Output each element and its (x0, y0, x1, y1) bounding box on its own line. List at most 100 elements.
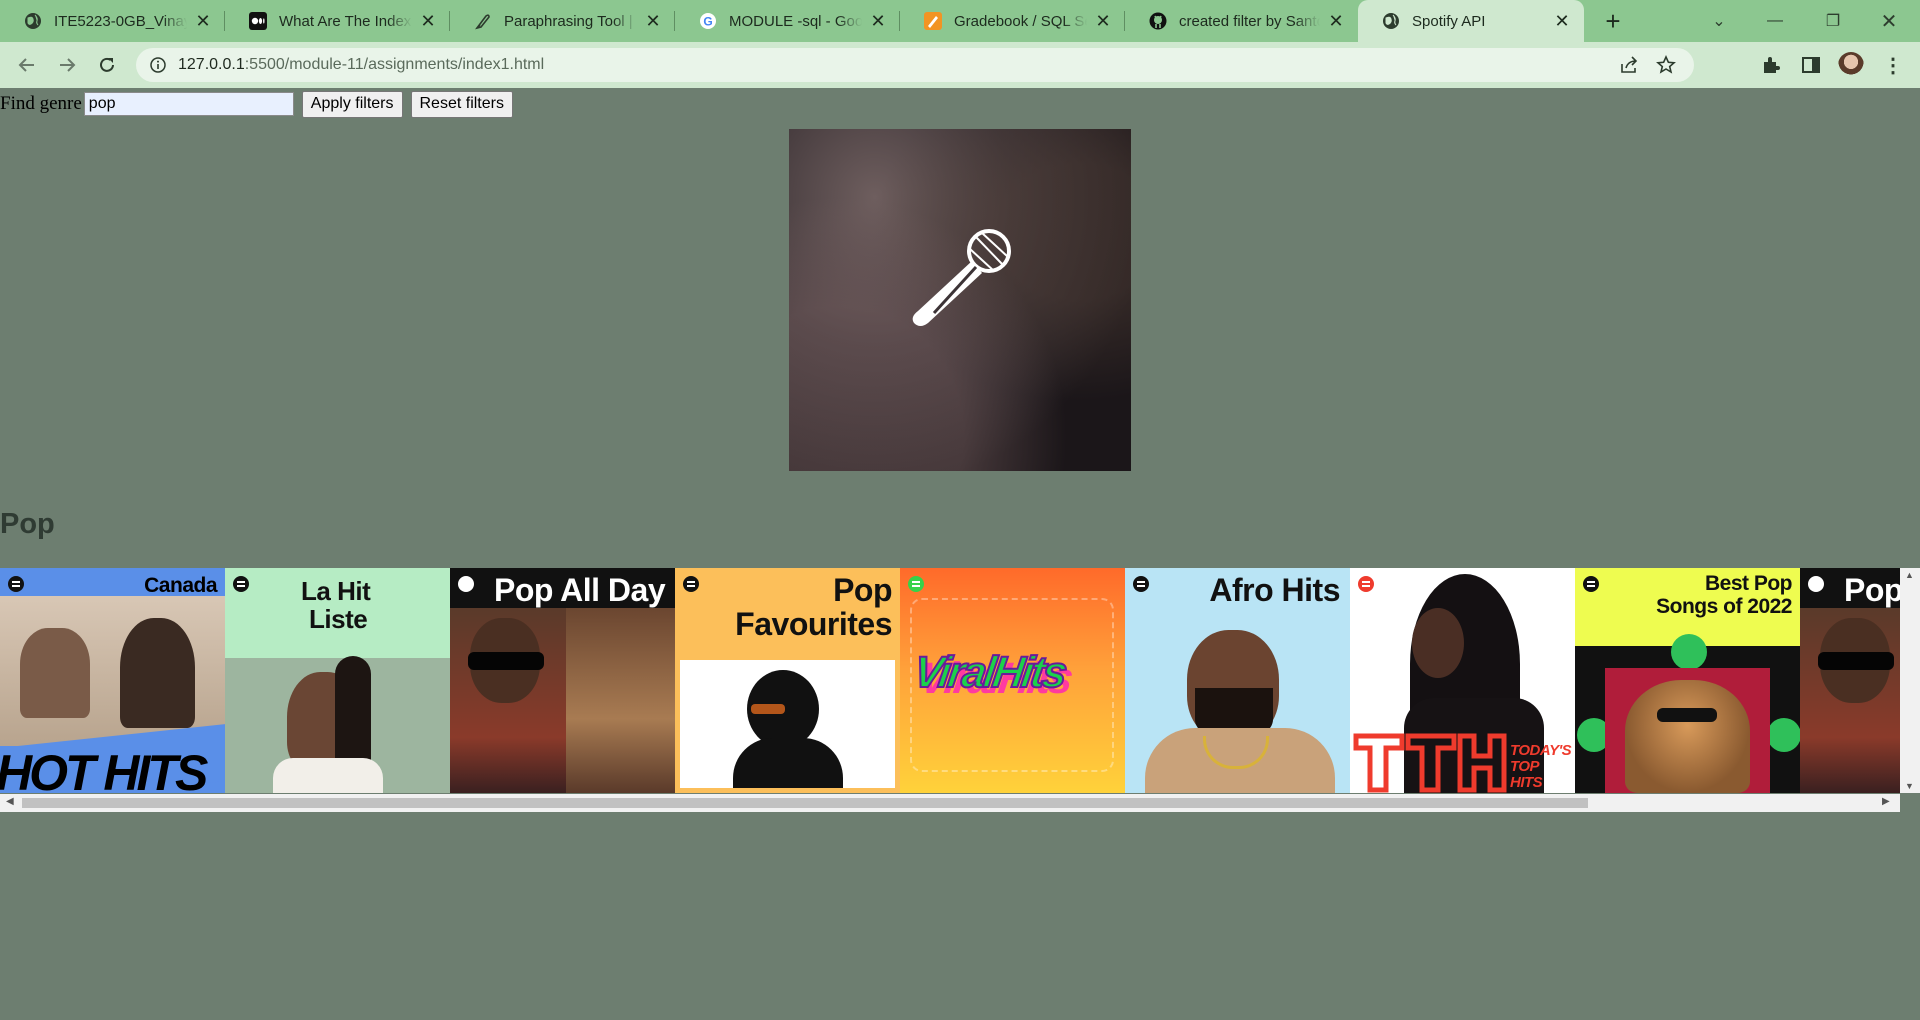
tab-github[interactable]: created filter by Santosh ✕ (1125, 0, 1358, 42)
close-icon[interactable]: ✕ (643, 11, 663, 31)
url-text: 127.0.0.1:5500/module-11/assignments/ind… (178, 56, 544, 74)
cover-text: ViralHits (910, 647, 1069, 698)
tab-title: Paraphrasing Tool | QuillBot (504, 12, 637, 30)
spotify-logo-icon (1133, 576, 1149, 592)
tab-ite5223[interactable]: ITE5223-0GB_VinayMuthyala ✕ (0, 0, 225, 42)
close-icon[interactable]: ✕ (418, 11, 438, 31)
cover-text: TODAY'S (1510, 742, 1572, 759)
cover-text: TOP (1510, 758, 1540, 775)
spotify-logo-icon (1583, 576, 1599, 592)
tab-indexes-sql[interactable]: What Are The Indexes in SQL ✕ (225, 0, 450, 42)
cover-text: La Hit (301, 576, 371, 606)
close-icon[interactable]: ✕ (1093, 11, 1113, 31)
cover-text: Pop All Day (494, 572, 666, 608)
close-icon[interactable]: ✕ (868, 11, 888, 31)
reload-icon[interactable] (92, 50, 122, 80)
scroll-left-icon[interactable]: ◀ (6, 796, 14, 807)
cover-text: Pop (1844, 572, 1900, 608)
close-icon[interactable]: ✕ (1326, 11, 1346, 31)
find-genre-label: Find genre (0, 93, 82, 114)
genre-heading: Pop (0, 508, 55, 540)
bookmark-star-icon[interactable] (1656, 55, 1676, 80)
reset-filters-button[interactable]: Reset filters (410, 90, 513, 118)
back-icon[interactable] (12, 50, 42, 80)
tab-title: What Are The Indexes in SQL (279, 12, 412, 30)
microphone-icon (912, 229, 1011, 326)
svg-text:G: G (703, 15, 712, 29)
close-icon[interactable]: ✕ (1552, 11, 1572, 31)
spotify-logo-icon (683, 576, 699, 592)
cover-text: HITS (1510, 774, 1543, 791)
profile-avatar[interactable] (1836, 50, 1866, 80)
scroll-up-icon[interactable]: ▲ (1905, 570, 1914, 580)
close-window-icon[interactable]: ✕ (1866, 0, 1912, 42)
scrollbar-thumb[interactable] (22, 798, 1588, 808)
scroll-right-icon[interactable]: ▶ (1882, 796, 1890, 807)
spotify-logo-icon (908, 576, 924, 592)
playlist-card[interactable]: Afro Hits (1125, 568, 1350, 793)
restore-icon[interactable]: ❐ (1810, 0, 1856, 42)
playlist-strip[interactable]: Canada HOT HITS La Hit Liste Pop All Day (0, 568, 1900, 793)
tab-title: MODULE -sql - Google Drive (729, 12, 862, 30)
globe-icon (24, 12, 42, 30)
cover-text: Songs of 2022 (1656, 595, 1792, 618)
address-bar[interactable]: 127.0.0.1:5500/module-11/assignments/ind… (136, 48, 1694, 82)
spotify-logo-icon (458, 576, 474, 592)
url-path: :5500/module-11/assignments/index1.html (244, 56, 545, 73)
tab-title: Gradebook / SQL Server (954, 12, 1087, 30)
github-icon (1149, 12, 1167, 30)
cover-text: HOT HITS (0, 745, 208, 793)
genre-cover-image (789, 129, 1131, 471)
page-content: Find genre Apply filters Reset filters P… (0, 88, 1920, 1020)
menu-kebab-icon[interactable]: ⋮ (1878, 50, 1908, 80)
share-icon[interactable] (1620, 56, 1640, 79)
scroll-down-icon[interactable]: ▼ (1905, 781, 1914, 791)
playlist-card[interactable]: Pop (1800, 568, 1900, 793)
tab-title: Spotify API (1412, 12, 1486, 30)
minimize-icon[interactable]: — (1752, 0, 1798, 42)
playlist-card[interactable]: TODAY'S TOP HITS (1350, 568, 1575, 793)
tab-title: created filter by Santosh (1179, 12, 1320, 30)
tab-spotify-api[interactable]: Spotify API ✕ (1358, 0, 1584, 42)
playlist-card[interactable]: Canada HOT HITS (0, 568, 225, 793)
horizontal-scrollbar[interactable]: ◀ ▶ (0, 794, 1900, 812)
extensions-icon[interactable] (1756, 50, 1786, 80)
medium-icon (249, 12, 267, 30)
spotify-logo-icon (233, 576, 249, 592)
cover-text: Best Pop (1704, 572, 1793, 595)
genre-search-input[interactable] (83, 92, 294, 116)
vertical-scrollbar[interactable]: ▲ ▼ (1900, 568, 1920, 793)
cover-text: Liste (309, 604, 368, 634)
tab-strip: ITE5223-0GB_VinayMuthyala ✕ What Are The… (0, 0, 1920, 42)
url-host: 127.0.0.1 (178, 56, 245, 73)
cover-text: Pop (833, 572, 892, 608)
tab-gradebook[interactable]: Gradebook / SQL Server ✕ (900, 0, 1125, 42)
apply-filters-button[interactable]: Apply filters (301, 90, 403, 118)
browser-toolbar: 127.0.0.1:5500/module-11/assignments/ind… (0, 42, 1920, 89)
cover-text: Favourites (735, 606, 892, 642)
playlist-card[interactable]: ViralHits ViralHits (900, 568, 1125, 793)
genre-filter-form: Find genre Apply filters Reset filters (0, 90, 513, 118)
spotify-logo-icon (1808, 576, 1824, 592)
tab-search-icon[interactable]: ⌄ (1696, 0, 1742, 42)
playlist-card[interactable]: La Hit Liste (225, 568, 450, 793)
playlist-card[interactable]: Pop All Day (450, 568, 675, 793)
tab-quillbot[interactable]: Paraphrasing Tool | QuillBot ✕ (450, 0, 675, 42)
close-icon[interactable]: ✕ (193, 11, 213, 31)
spotify-logo-icon (8, 576, 24, 592)
spotify-logo-icon (1358, 576, 1374, 592)
google-icon: G (699, 12, 717, 30)
playlist-card[interactable]: Pop Favourites (675, 568, 900, 793)
quill-icon (474, 12, 492, 30)
tab-title: ITE5223-0GB_VinayMuthyala (54, 12, 187, 30)
new-tab-icon[interactable]: + (1598, 6, 1628, 36)
cover-text: Afro Hits (1209, 572, 1340, 608)
globe-icon (1382, 12, 1400, 30)
info-icon[interactable] (150, 57, 166, 78)
gradebook-icon (924, 12, 942, 30)
cover-text: Canada (144, 574, 217, 597)
side-panel-icon[interactable] (1796, 50, 1826, 80)
tab-google-drive[interactable]: G MODULE -sql - Google Drive ✕ (675, 0, 900, 42)
forward-icon[interactable] (52, 50, 82, 80)
playlist-card[interactable]: Best Pop Songs of 2022 (1575, 568, 1800, 793)
